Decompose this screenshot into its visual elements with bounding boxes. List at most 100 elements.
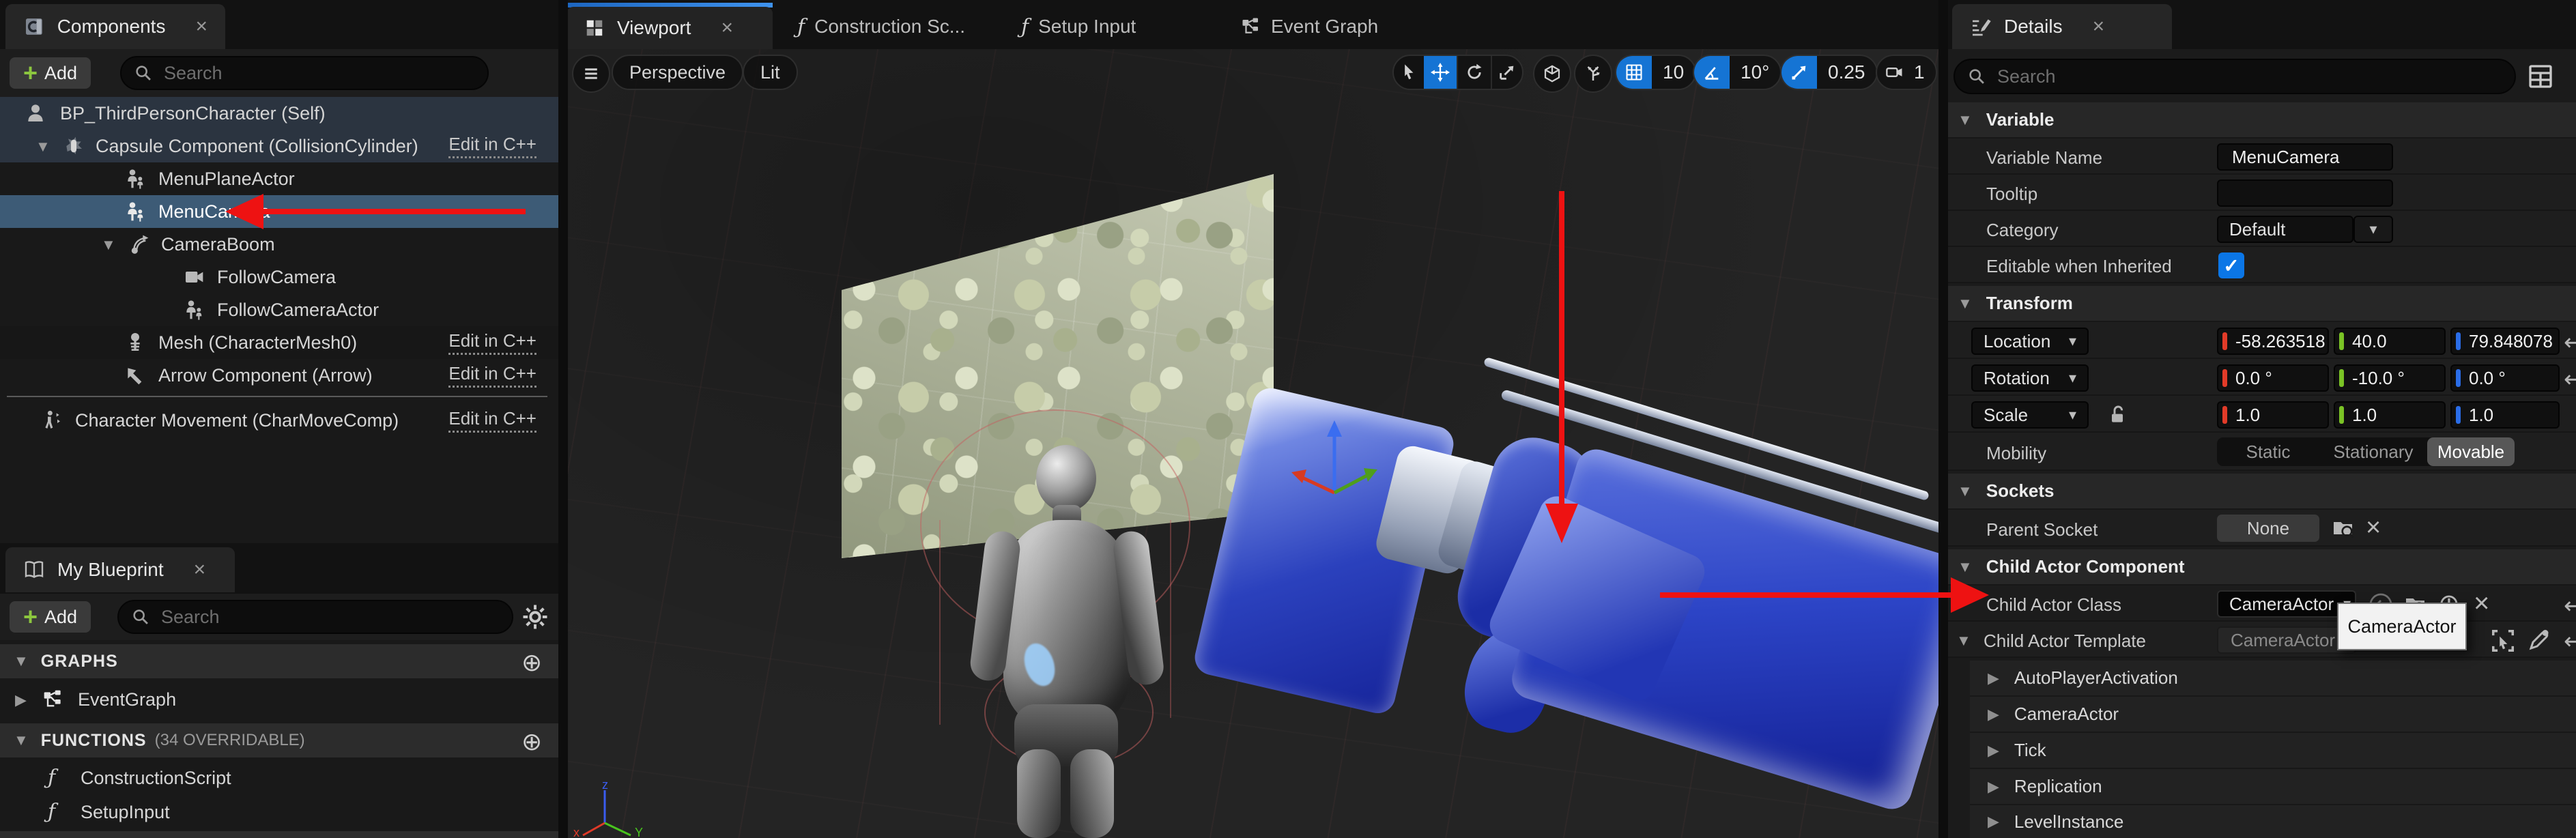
- tab-event-graph[interactable]: Event Graph: [1241, 4, 1378, 49]
- tree-row-menuplaneactor[interactable]: MenuPlaneActor: [0, 162, 558, 195]
- section-replication[interactable]: ▶ Replication: [1970, 769, 2576, 805]
- grid-snap-value[interactable]: 10: [1652, 61, 1695, 83]
- variable-section-header[interactable]: ▼ Variable: [1947, 102, 2576, 139]
- settings-gear-icon[interactable]: [521, 603, 549, 634]
- scale-dropdown[interactable]: Scale ▾: [1971, 401, 2089, 429]
- panel-divider-right[interactable]: [1938, 0, 1948, 838]
- tab-viewport[interactable]: Viewport ×: [567, 7, 773, 49]
- scale-x-field[interactable]: 1.0: [2217, 401, 2329, 429]
- rotation-y-field[interactable]: -10.0 °: [2334, 364, 2446, 392]
- angle-snap-toggle[interactable]: [1694, 56, 1730, 89]
- chevron-down-icon[interactable]: ▼: [1956, 632, 1971, 650]
- tab-components[interactable]: Components ×: [5, 4, 225, 49]
- section-tick[interactable]: ▶ Tick: [1970, 733, 2576, 769]
- edit-in-cpp-link[interactable]: Edit in C++: [448, 134, 536, 158]
- tab-viewport-close-icon[interactable]: ×: [721, 16, 733, 40]
- angle-snap-value[interactable]: 10°: [1730, 61, 1780, 83]
- section-cameraactor[interactable]: ▶ CameraActor: [1970, 697, 2576, 733]
- rotation-reset-icon[interactable]: ↩: [2564, 366, 2576, 393]
- tree-row-self[interactable]: BP_ThirdPersonCharacter (Self): [0, 97, 558, 130]
- scale-z-field[interactable]: 1.0: [2450, 401, 2560, 429]
- viewport-menu-button[interactable]: [572, 55, 610, 93]
- my-blueprint-search[interactable]: [117, 600, 513, 634]
- class-reset-icon[interactable]: ↩: [2564, 592, 2576, 620]
- tree-row-charmovement[interactable]: Character Movement (CharMoveComp) Edit i…: [0, 404, 558, 437]
- socket-clear-icon[interactable]: ×: [2366, 513, 2381, 543]
- tree-row-followcamera[interactable]: FollowCamera: [0, 261, 558, 293]
- mobility-stationary-button[interactable]: Stationary: [2319, 437, 2427, 466]
- tab-my-blueprint-close-icon[interactable]: ×: [194, 558, 206, 581]
- category-dropdown[interactable]: Default: [2217, 216, 2353, 243]
- category-dropdown-caret[interactable]: ▾: [2353, 216, 2393, 243]
- edit-in-cpp-link[interactable]: Edit in C++: [448, 408, 536, 433]
- add-graph-icon[interactable]: ⊕: [521, 648, 542, 677]
- parent-socket-value-button[interactable]: None: [2217, 515, 2319, 542]
- function-row-constructionscript[interactable]: ƒ ConstructionScript: [0, 762, 558, 794]
- perspective-dropdown[interactable]: Perspective: [612, 55, 743, 90]
- graphs-section-header[interactable]: ▼ GRAPHS ⊕: [0, 644, 558, 678]
- variable-name-input[interactable]: MenuCamera: [2217, 143, 2393, 171]
- scale-tool-button[interactable]: [1491, 56, 1522, 89]
- my-blueprint-add-button[interactable]: + Add: [10, 601, 91, 633]
- child-actor-class-dropdown[interactable]: CameraActor ▾: [2217, 590, 2356, 618]
- scale-snap-toggle[interactable]: [1781, 56, 1817, 89]
- section-levelinstance[interactable]: ▶ LevelInstance: [1970, 805, 2576, 838]
- select-tool-button[interactable]: [1394, 56, 1424, 89]
- tab-details-close-icon[interactable]: ×: [2093, 15, 2105, 38]
- editable-checkbox[interactable]: ✓: [2218, 252, 2244, 278]
- mobility-static-button[interactable]: Static: [2217, 437, 2319, 466]
- camera-speed-value[interactable]: 1: [1913, 61, 1936, 83]
- components-add-button[interactable]: + Add: [10, 57, 91, 89]
- tree-row-mesh[interactable]: Mesh (CharacterMesh0) Edit in C++: [0, 326, 558, 359]
- viewport-3d[interactable]: z x Y Perspective Lit 10 10° 0.25 1: [567, 49, 1947, 838]
- tree-row-followcameraactor[interactable]: FollowCameraActor: [0, 293, 558, 326]
- clear-class-icon[interactable]: ×: [2474, 588, 2489, 619]
- panel-divider-left[interactable]: [558, 0, 568, 838]
- display-filter-icon[interactable]: [2527, 63, 2554, 93]
- tooltip-input[interactable]: [2217, 179, 2393, 207]
- event-graph-row[interactable]: ▶ EventGraph: [0, 682, 558, 717]
- child-actor-section-header[interactable]: ▼ Child Actor Component: [1947, 549, 2576, 586]
- location-z-field[interactable]: 79.848078: [2450, 328, 2560, 355]
- sockets-section-header[interactable]: ▼ Sockets: [1947, 474, 2576, 510]
- mobility-movable-button[interactable]: Movable: [2427, 437, 2515, 466]
- transform-section-header[interactable]: ▼ Transform: [1947, 286, 2576, 322]
- chevron-right-icon[interactable]: ▶: [15, 691, 27, 709]
- character-mesh[interactable]: [949, 418, 1194, 838]
- marquee-select-icon[interactable]: [2490, 628, 2516, 654]
- grid-snap-toggle[interactable]: [1616, 56, 1652, 89]
- tree-row-capsule[interactable]: ▼ Capsule Component (CollisionCylinder) …: [0, 130, 558, 162]
- edit-in-cpp-link[interactable]: Edit in C++: [448, 363, 536, 388]
- socket-browse-icon[interactable]: [2332, 516, 2356, 540]
- details-search-input[interactable]: [1996, 66, 2502, 88]
- my-blueprint-search-input[interactable]: [160, 606, 500, 628]
- section-autoplayeractivation[interactable]: ▶ AutoPlayerActivation: [1970, 661, 2576, 697]
- details-search[interactable]: [1954, 59, 2516, 94]
- lit-dropdown[interactable]: Lit: [743, 55, 798, 90]
- function-row-setupinput[interactable]: ƒ SetupInput: [0, 796, 558, 828]
- chevron-down-icon[interactable]: ▼: [101, 236, 116, 254]
- location-x-field[interactable]: -58.263518: [2217, 328, 2329, 355]
- components-search-input[interactable]: [162, 62, 475, 85]
- rotation-x-field[interactable]: 0.0 °: [2217, 364, 2329, 392]
- scale-y-field[interactable]: 1.0: [2334, 401, 2446, 429]
- eyedropper-icon[interactable]: [2527, 628, 2551, 652]
- add-function-icon[interactable]: ⊕: [521, 727, 542, 756]
- components-search[interactable]: [120, 56, 489, 90]
- functions-section-header[interactable]: ▼ FUNCTIONS (34 OVERRIDABLE) ⊕: [0, 723, 558, 757]
- rotate-tool-button[interactable]: [1457, 56, 1491, 89]
- tree-row-arrow[interactable]: Arrow Component (Arrow) Edit in C++: [0, 359, 558, 392]
- camera-speed-icon[interactable]: [1877, 56, 1913, 89]
- location-dropdown[interactable]: Location ▾: [1971, 328, 2089, 355]
- location-reset-icon[interactable]: ↩: [2564, 329, 2576, 356]
- location-y-field[interactable]: 40.0: [2334, 328, 2446, 355]
- tab-setup-input[interactable]: ƒ Setup Input: [1021, 4, 1136, 49]
- tab-my-blueprint[interactable]: My Blueprint ×: [5, 547, 235, 592]
- tab-components-close-icon[interactable]: ×: [195, 15, 207, 38]
- tab-details[interactable]: Details ×: [1952, 4, 2172, 49]
- template-reset-icon[interactable]: ↩: [2564, 628, 2576, 655]
- chevron-down-icon[interactable]: ▼: [35, 138, 51, 156]
- rotation-z-field[interactable]: 0.0 °: [2450, 364, 2560, 392]
- scale-lock-icon[interactable]: [2106, 404, 2128, 429]
- tab-construction-script[interactable]: ƒ Construction Sc...: [797, 4, 965, 49]
